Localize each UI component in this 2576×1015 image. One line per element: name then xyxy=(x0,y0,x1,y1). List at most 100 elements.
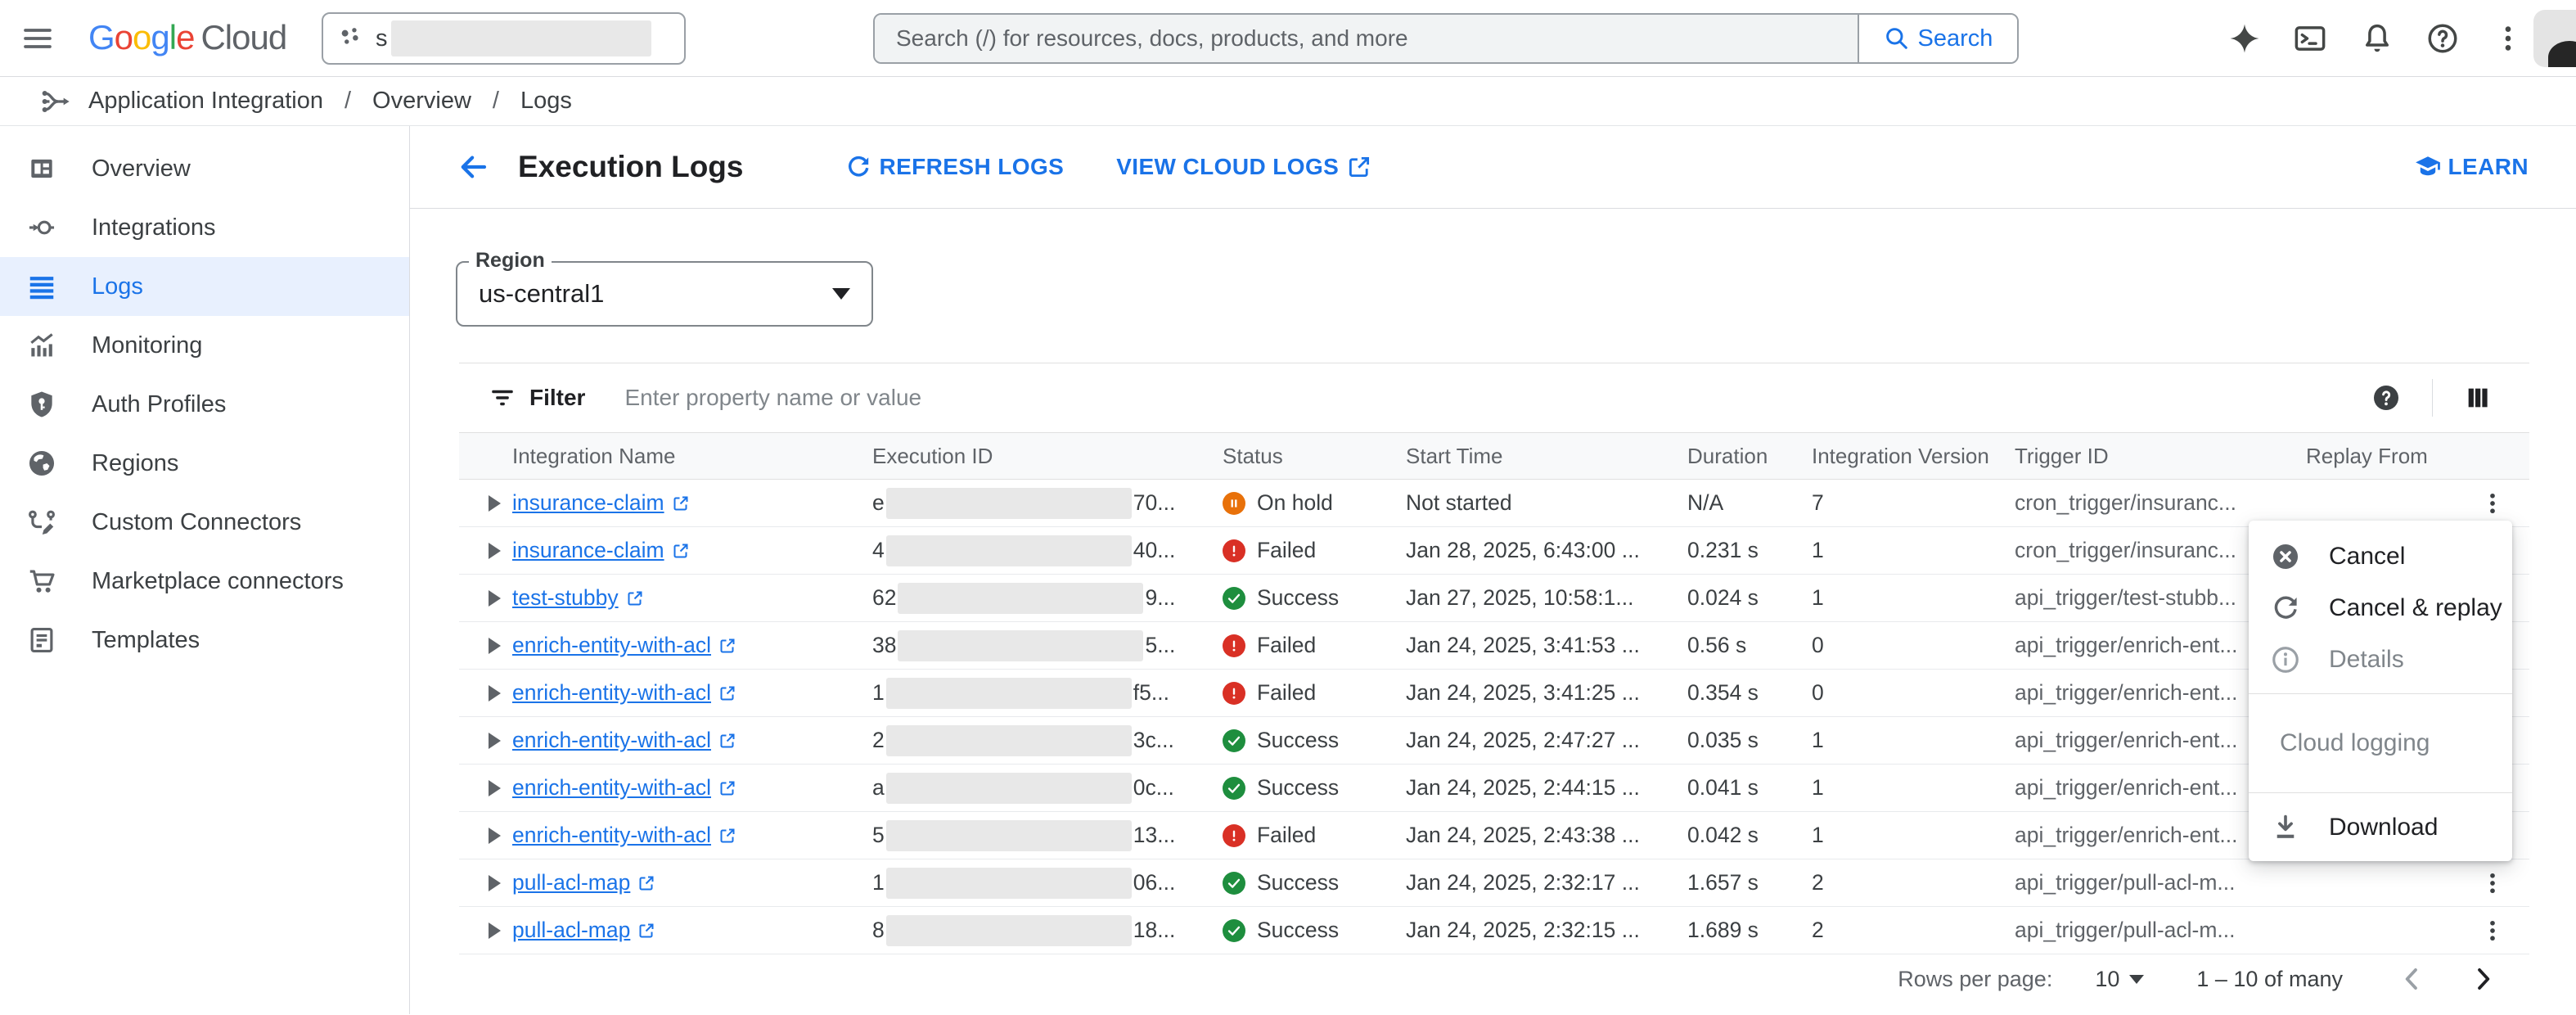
integration-name-link[interactable]: pull-acl-map xyxy=(512,870,630,895)
learn-button[interactable]: LEARN xyxy=(2414,153,2529,181)
integration-name-link[interactable]: test-stubby xyxy=(512,585,619,610)
expand-row-icon[interactable] xyxy=(489,589,501,607)
breadcrumb-logs[interactable]: Logs xyxy=(520,88,572,115)
sidebar-item-marketplace-connectors[interactable]: Marketplace connectors xyxy=(0,552,409,611)
column-header: Integration Name xyxy=(512,443,676,468)
hamburger-menu-icon[interactable] xyxy=(21,22,54,55)
status-badge xyxy=(1223,634,1245,657)
integration-version: 0 xyxy=(1812,633,1824,657)
breadcrumb-overview[interactable]: Overview xyxy=(372,88,471,115)
expand-row-icon[interactable] xyxy=(489,732,501,749)
integration-name-link[interactable]: enrich-entity-with-acl xyxy=(512,823,711,847)
expand-row-icon[interactable] xyxy=(489,637,501,654)
pagination-bar: Rows per page: 10 1 – 10 of many xyxy=(459,954,2529,1004)
integration-name-link[interactable]: insurance-claim xyxy=(512,538,664,562)
table-row: enrich-entity-with-acl 1 f5... Failed Jan 24… xyxy=(459,670,2529,717)
sidebar-item-logs[interactable]: Logs xyxy=(0,257,409,316)
expand-row-icon[interactable] xyxy=(489,542,501,559)
duration: 0.024 s xyxy=(1687,585,1759,610)
help-icon[interactable] xyxy=(2425,21,2460,56)
integration-name-link[interactable]: enrich-entity-with-acl xyxy=(512,728,711,752)
next-page-button[interactable] xyxy=(2467,963,2498,995)
expand-row-icon[interactable] xyxy=(489,874,501,891)
breadcrumb-app[interactable]: Application Integration xyxy=(88,88,323,115)
back-arrow-icon[interactable] xyxy=(456,150,490,184)
filter-help-icon[interactable] xyxy=(2371,383,2401,413)
region-select[interactable]: Region us-central1 xyxy=(456,249,873,327)
execution-id-redaction xyxy=(898,629,1144,661)
table-row: pull-acl-map 1 06... Success Jan 24, 2025, 2… xyxy=(459,859,2529,907)
start-time: Jan 28, 2025, 6:43:00 ... xyxy=(1406,538,1640,562)
integration-version: 2 xyxy=(1812,870,1824,895)
integration-name-link[interactable]: enrich-entity-with-acl xyxy=(512,775,711,800)
error-circle-glyph xyxy=(1232,830,1236,841)
expand-row-icon[interactable] xyxy=(489,922,501,939)
error-circle-glyph xyxy=(1232,545,1236,557)
status-label: Success xyxy=(1257,728,1340,752)
integration-name-link[interactable]: insurance-claim xyxy=(512,490,664,515)
row-actions-kebab-icon[interactable] xyxy=(2479,489,2506,517)
filter-icon xyxy=(489,384,516,412)
logs-table-card: Filter Integration Name Execution ID Statu… xyxy=(459,363,2529,1004)
execution-id: 1 06... xyxy=(872,867,1223,899)
view-cloud-logs-button[interactable]: VIEW CLOUD LOGS xyxy=(1116,153,1373,181)
status-label: Failed xyxy=(1257,538,1317,562)
execution-id-redaction xyxy=(885,772,1132,804)
search-button[interactable]: Search xyxy=(1858,15,2017,62)
sidebar-item-templates[interactable]: Templates xyxy=(0,611,409,670)
menu-item-download[interactable]: Download xyxy=(2249,801,2512,853)
previous-page-button[interactable] xyxy=(2397,963,2428,995)
more-vert-icon[interactable] xyxy=(2491,21,2525,56)
info-icon xyxy=(2272,646,2299,673)
expand-row-icon[interactable] xyxy=(489,827,501,844)
external-link-icon xyxy=(720,733,735,748)
status-badge xyxy=(1223,918,1245,942)
filter-input[interactable] xyxy=(624,385,2371,411)
integration-version: 1 xyxy=(1812,538,1824,562)
column-display-icon[interactable] xyxy=(2464,384,2492,412)
sidebar-item-overview[interactable]: Overview xyxy=(0,139,409,198)
duration: 0.035 s xyxy=(1687,728,1759,752)
duration: 0.354 s xyxy=(1687,680,1759,705)
sidebar-item-regions[interactable]: Regions xyxy=(0,434,409,493)
regions-icon xyxy=(29,450,55,476)
monitoring-icon xyxy=(30,333,53,357)
rows-per-page-select[interactable]: 10 xyxy=(2095,967,2145,992)
expand-row-icon[interactable] xyxy=(489,779,501,796)
search-input[interactable] xyxy=(896,25,1836,52)
refresh-logs-button[interactable]: REFRESH LOGS xyxy=(844,153,1064,181)
integration-name-link[interactable]: enrich-entity-with-acl xyxy=(512,680,711,705)
sidebar-item-monitoring[interactable]: Monitoring xyxy=(0,316,409,375)
menu-item-cancel[interactable]: Cancel xyxy=(2249,530,2512,582)
gemini-icon[interactable] xyxy=(2227,21,2262,56)
duration: N/A xyxy=(1687,490,1724,515)
sidebar-item-auth-profiles[interactable]: Auth Profiles xyxy=(0,375,409,434)
integration-version: 1 xyxy=(1812,585,1824,610)
sidebar-item-custom-connectors[interactable]: Custom Connectors xyxy=(0,493,409,552)
project-grid-icon xyxy=(336,25,364,52)
external-link-icon xyxy=(720,781,735,796)
execution-id-redaction xyxy=(885,819,1132,851)
cloud-shell-icon[interactable] xyxy=(2293,21,2327,56)
integration-version: 0 xyxy=(1812,680,1824,705)
notifications-bell-icon[interactable] xyxy=(2360,21,2394,56)
status-label: Success xyxy=(1257,775,1340,800)
status-badge xyxy=(1223,539,1245,562)
integration-name-link[interactable]: pull-acl-map xyxy=(512,918,630,942)
search-icon xyxy=(1885,28,1907,49)
expand-row-icon[interactable] xyxy=(489,494,501,512)
start-time: Jan 24, 2025, 2:43:38 ... xyxy=(1406,823,1640,847)
column-header: Status xyxy=(1223,443,1283,468)
menu-item-cancel-replay[interactable]: Cancel & replay xyxy=(2249,582,2512,634)
check-circle-glyph xyxy=(1227,926,1241,936)
project-selector[interactable]: s xyxy=(322,12,686,65)
account-avatar[interactable] xyxy=(2533,10,2576,67)
duration: 0.042 s xyxy=(1687,823,1759,847)
sidebar-item-integrations[interactable]: Integrations xyxy=(0,198,409,257)
integration-name-link[interactable]: enrich-entity-with-acl xyxy=(512,633,711,657)
expand-row-icon[interactable] xyxy=(489,684,501,701)
menu-item-details[interactable]: Details xyxy=(2249,634,2512,685)
status-badge xyxy=(1223,681,1245,705)
row-actions-kebab-icon[interactable] xyxy=(2479,917,2506,945)
row-actions-kebab-icon[interactable] xyxy=(2479,869,2506,897)
